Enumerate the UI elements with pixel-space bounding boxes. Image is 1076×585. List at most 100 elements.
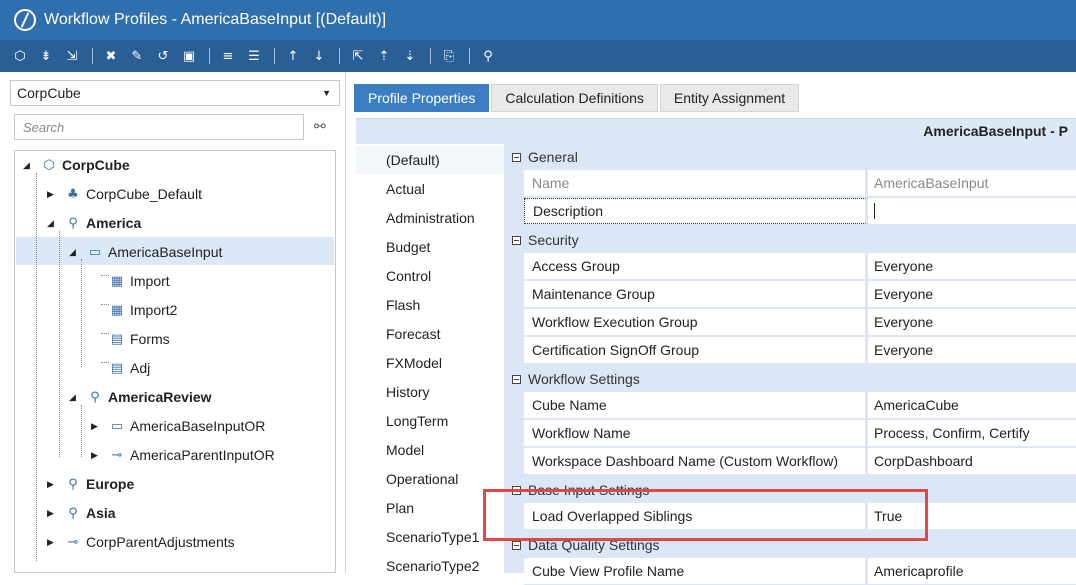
tree-node-corpcube[interactable]: ◢ ⬡ CorpCube [23, 152, 130, 178]
input-icon: ▭ [110, 418, 124, 434]
property-row[interactable]: Workspace Dashboard Name (Custom Workflo… [524, 448, 1076, 475]
toolbar-separator [209, 48, 210, 64]
move-up-icon[interactable]: ↑ [285, 48, 301, 64]
tree-node-forms[interactable]: ▤ Forms [109, 326, 170, 352]
add-up-icon[interactable]: ⇡ [376, 48, 392, 64]
tree-line [36, 173, 37, 561]
scenario-type-item[interactable]: Actual [386, 181, 425, 197]
tree-node-americareview[interactable]: ◢ ⚲ AmericaReview [69, 384, 212, 410]
property-row-name[interactable]: Name AmericaBaseInput [524, 170, 1076, 197]
cube-icon: ⬡ [43, 157, 55, 173]
scenario-type-item[interactable]: Budget [386, 239, 430, 255]
collapsed-arrow-icon[interactable]: ▶ [91, 421, 103, 432]
property-row[interactable]: Access Group Everyone [524, 253, 1076, 280]
scenario-type-item[interactable]: Operational [386, 471, 458, 487]
scenario-type-item[interactable]: (Default) [386, 152, 440, 168]
tab-calculation-definitions[interactable]: Calculation Definitions [491, 84, 658, 112]
tree-node-adj[interactable]: ▤ Adj [109, 355, 150, 381]
toolbar-separator [92, 48, 93, 64]
scenario-type-item[interactable]: Flash [386, 297, 420, 313]
tree-node-asia[interactable]: ▶ ⚲ Asia [47, 500, 116, 526]
property-row[interactable]: Workflow Execution Group Everyone [524, 309, 1076, 336]
collapsed-arrow-icon[interactable]: ▶ [91, 450, 103, 461]
scenario-type-item[interactable]: Forecast [386, 326, 440, 342]
forms-icon: ▤ [110, 331, 124, 347]
category-data-quality-settings[interactable]: Data Quality Settings [504, 532, 1076, 558]
edit-icon[interactable]: ✎ [129, 48, 145, 64]
tree-node-corpcube-default[interactable]: ▶ ♣ CorpCube_Default [47, 181, 202, 207]
collapsed-arrow-icon[interactable]: ▶ [47, 508, 59, 519]
expanded-arrow-icon[interactable]: ◢ [47, 218, 59, 229]
category-security[interactable]: Security [504, 227, 1076, 253]
copy-icon[interactable]: ⎘ [441, 48, 457, 64]
collapse-box-icon[interactable] [512, 485, 521, 495]
tree-node-americabaseinput[interactable]: ◢ ▭ AmericaBaseInput [69, 239, 222, 265]
review-icon: ⚲ [68, 476, 78, 492]
collapsed-arrow-icon[interactable]: ▶ [47, 189, 59, 200]
expanded-arrow-icon[interactable]: ◢ [69, 247, 81, 258]
collapse-box-icon[interactable] [512, 540, 521, 550]
scenario-type-item[interactable]: LongTerm [386, 413, 448, 429]
refresh-icon[interactable]: ↺ [155, 48, 171, 64]
add-sibling-icon[interactable]: ⇟ [38, 48, 54, 64]
cube-dropdown[interactable]: CorpCube ▼ [10, 80, 340, 106]
scenario-type-item[interactable]: Model [386, 442, 424, 458]
parent-input-icon: ⊸ [111, 447, 123, 463]
property-row[interactable]: Cube Name AmericaCube [524, 392, 1076, 419]
tree-node-europe[interactable]: ▶ ⚲ Europe [47, 471, 134, 497]
chevron-down-icon[interactable]: ▼ [322, 88, 331, 98]
delete-icon[interactable]: ✖ [103, 48, 119, 64]
promote-icon[interactable]: ⇱ [350, 48, 366, 64]
collapse-icon[interactable]: ≡ [220, 48, 236, 64]
category-workflow-settings[interactable]: Workflow Settings [504, 366, 1076, 392]
tree-line [59, 231, 60, 457]
tree-node-americaparentinputor[interactable]: ▶ ⊸ AmericaParentInputOR [91, 442, 275, 468]
collapse-box-icon[interactable] [512, 374, 521, 384]
description-field[interactable] [868, 198, 1076, 224]
demote-icon[interactable]: ⇣ [402, 48, 418, 64]
property-row-load-overlapped-siblings[interactable]: Load Overlapped Siblings True [524, 503, 1076, 530]
add-child-icon[interactable]: ⇲ [64, 48, 80, 64]
tab-entity-assignment[interactable]: Entity Assignment [659, 84, 800, 112]
search-icon[interactable]: ⚲ [480, 48, 496, 64]
property-row[interactable]: Cube View Profile Name Americaprofile [524, 558, 1076, 585]
scenario-type-item[interactable]: ScenarioType2 [386, 558, 479, 574]
tree-node-import2[interactable]: ▦ Import2 [109, 297, 178, 323]
expand-icon[interactable]: ☰ [246, 48, 262, 64]
tree-node-america[interactable]: ◢ ⚲ America [47, 210, 141, 236]
category-general[interactable]: General [504, 144, 1076, 170]
scenario-type-item[interactable]: History [386, 384, 430, 400]
expanded-arrow-icon[interactable]: ◢ [69, 392, 81, 403]
cube-icon[interactable]: ⬡ [12, 48, 28, 64]
scenario-type-item[interactable]: ScenarioType1 [386, 529, 479, 545]
binoculars-icon[interactable]: ⚯ [314, 118, 326, 135]
property-grid: General Name AmericaBaseInput Descriptio… [504, 144, 1076, 585]
tree-node-americabaseinputor[interactable]: ▶ ▭ AmericaBaseInputOR [91, 413, 265, 439]
tree-line [81, 405, 82, 457]
scenario-type-item[interactable]: FXModel [386, 355, 442, 371]
tab-profile-properties[interactable]: Profile Properties [354, 84, 490, 112]
property-row-description[interactable]: Description [524, 198, 1076, 225]
move-down-icon[interactable]: ↓ [311, 48, 327, 64]
property-row[interactable]: Maintenance Group Everyone [524, 281, 1076, 308]
expanded-arrow-icon[interactable]: ◢ [23, 160, 35, 171]
toolbar-separator [430, 48, 431, 64]
category-base-input-settings[interactable]: Base Input Settings [504, 477, 1076, 503]
scenario-type-item[interactable]: Plan [386, 500, 414, 516]
tree-node-import[interactable]: ▦ Import [109, 268, 170, 294]
scenario-type-item[interactable]: Administration [386, 210, 475, 226]
property-row[interactable]: Workflow Name Process, Confirm, Certify [524, 420, 1076, 447]
tree-line [101, 275, 109, 276]
collapsed-arrow-icon[interactable]: ▶ [47, 479, 59, 490]
scenario-type-item[interactable]: Control [386, 268, 431, 284]
save-icon[interactable]: ▣ [181, 48, 197, 64]
cube-dropdown-value: CorpCube [17, 85, 81, 101]
review-icon: ⚲ [68, 505, 78, 521]
collapse-box-icon[interactable] [512, 152, 521, 162]
tree-line [101, 304, 109, 305]
collapsed-arrow-icon[interactable]: ▶ [47, 537, 59, 548]
tree-node-corpparentadjustments[interactable]: ▶ ⊸ CorpParentAdjustments [47, 529, 235, 555]
collapse-box-icon[interactable] [512, 235, 521, 245]
property-row[interactable]: Certification SignOff Group Everyone [524, 337, 1076, 364]
search-input[interactable]: Search [14, 114, 304, 140]
